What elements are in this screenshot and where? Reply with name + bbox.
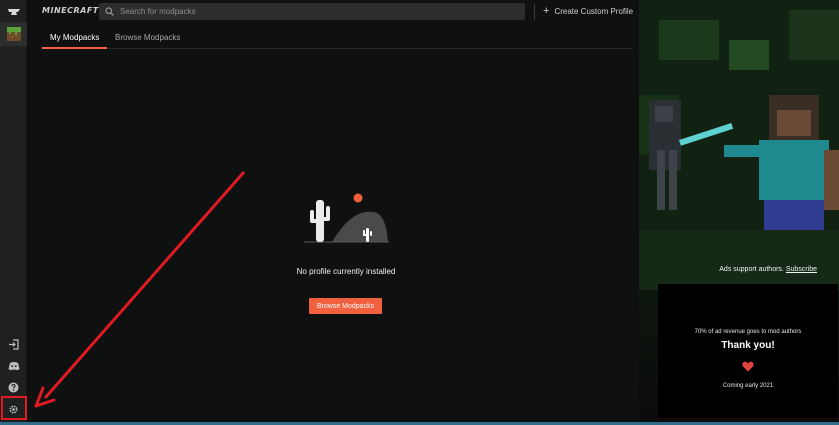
search-bar[interactable] <box>99 3 525 20</box>
grass-block-icon <box>6 27 21 41</box>
settings-annotation-box <box>1 396 27 420</box>
left-sidebar <box>0 0 27 425</box>
ads-support-text: Ads support authors. <box>719 266 784 273</box>
top-bar: MINECRAFT + Create Custom Profile <box>28 0 639 24</box>
browse-modpacks-button[interactable]: Browse Modpacks <box>309 298 382 314</box>
search-input[interactable] <box>120 7 500 16</box>
ad-thank-you: Thank you! <box>721 340 775 351</box>
minecraft-game-button[interactable] <box>0 22 27 46</box>
help-button[interactable] <box>0 376 27 398</box>
topbar-divider <box>534 4 535 20</box>
curseforge-logo-icon[interactable] <box>0 1 27 23</box>
ad-coming-text: Coming early 2021 <box>722 383 774 389</box>
tab-browse-modpacks[interactable]: Browse Modpacks <box>115 33 180 42</box>
minecraft-brand-logo: MINECRAFT <box>42 6 99 15</box>
discord-icon <box>8 362 19 371</box>
create-custom-profile-button[interactable]: + Create Custom Profile <box>543 5 634 17</box>
ad-revenue-text: 70% of ad revenue goes to mod authors <box>694 329 802 335</box>
help-icon <box>8 382 19 392</box>
modpack-tabs: My Modpacks Browse Modpacks <box>42 29 633 49</box>
desert-cactus-illustration <box>304 193 389 243</box>
plus-icon: + <box>543 5 550 17</box>
minecraft-ad-artwork <box>639 0 839 290</box>
ad-panel: Ads support authors. Subscribe 70% of ad … <box>639 0 839 425</box>
login-button[interactable] <box>0 333 27 355</box>
subscribe-link[interactable]: Subscribe <box>786 266 817 273</box>
ad-placeholder-box: 70% of ad revenue goes to mod authors Th… <box>658 284 838 418</box>
empty-state-message: No profile currently installed <box>296 267 396 276</box>
ads-support-line: Ads support authors. Subscribe <box>639 266 839 273</box>
tab-my-modpacks[interactable]: My Modpacks <box>50 33 99 42</box>
heart-icon <box>742 361 754 372</box>
active-tab-indicator <box>42 47 107 49</box>
create-custom-profile-label: Create Custom Profile <box>554 6 634 16</box>
search-icon <box>105 6 116 17</box>
discord-button[interactable] <box>0 355 27 377</box>
login-icon <box>9 338 19 350</box>
